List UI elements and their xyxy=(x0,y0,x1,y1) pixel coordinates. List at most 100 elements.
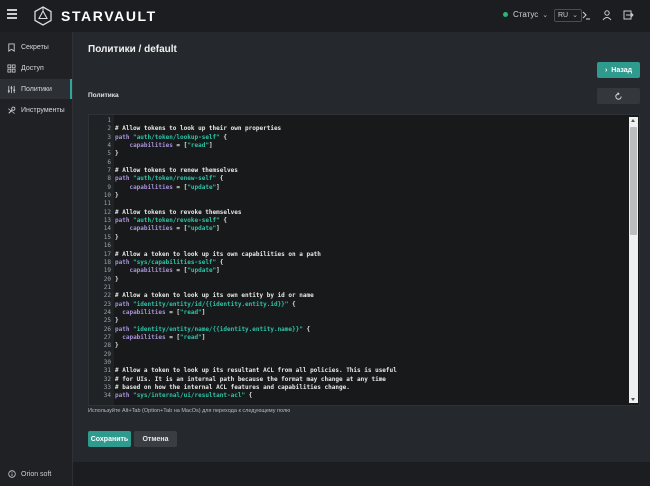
line-number: 20 xyxy=(103,275,111,283)
info-icon xyxy=(8,470,16,478)
line-number: 27 xyxy=(103,333,111,341)
line-number: 34 xyxy=(103,392,111,400)
line-number: 8 xyxy=(107,175,111,183)
refresh-button[interactable] xyxy=(597,88,640,104)
code-text: # Allow a token to look up its resultant… xyxy=(115,367,397,375)
code-text: path "auth/token/renew-self" { xyxy=(115,175,224,183)
page-title: Политики / default xyxy=(88,44,177,55)
code-line: 19 capabilities = ["update"] xyxy=(89,267,629,275)
editor-hint: Используйте Alt+Tab (Option+Tab на MacOs… xyxy=(88,408,291,414)
back-button-label: Назад xyxy=(611,66,633,74)
line-number: 31 xyxy=(103,367,111,375)
sidebar-item-policies[interactable]: Политики xyxy=(0,79,72,99)
user-icon[interactable] xyxy=(601,9,613,21)
code-text: # Allow tokens to look up their own prop… xyxy=(115,125,282,133)
code-line: 20} xyxy=(89,276,629,284)
menu-icon[interactable] xyxy=(7,9,17,21)
code-text: } xyxy=(115,342,119,350)
code-text: } xyxy=(115,192,119,200)
code-line: 11 xyxy=(89,200,629,208)
line-number: 26 xyxy=(103,325,111,333)
sidebar-item-tools[interactable]: Инструменты xyxy=(0,100,72,120)
save-button[interactable]: Сохранить xyxy=(88,431,131,447)
sidebar-item-label: Секреты xyxy=(21,43,49,51)
code-text: capabilities = ["update"] xyxy=(129,183,220,191)
line-number: 10 xyxy=(103,192,111,200)
code-text: # based on how the internal ACL features… xyxy=(115,384,350,391)
line-number: 5 xyxy=(107,150,111,158)
line-number: 19 xyxy=(103,267,111,275)
line-number: 6 xyxy=(107,158,111,166)
sidebar-item-access[interactable]: Доступ xyxy=(0,58,72,78)
code-line: 30 xyxy=(89,359,629,367)
line-number: 22 xyxy=(103,292,111,300)
code-text: # Allow tokens to revoke themselves xyxy=(115,208,242,216)
sidebar-item-secrets[interactable]: Секреты xyxy=(0,37,72,57)
footer-label: Orion soft xyxy=(21,470,52,478)
code-text: } xyxy=(115,317,119,325)
code-text: path "sys/capabilities-self" { xyxy=(115,258,224,266)
refresh-icon xyxy=(615,91,622,100)
code-lines: 1 2 # Allow tokens to look up their own pr… xyxy=(89,117,629,401)
line-number: 18 xyxy=(103,258,111,266)
language-select[interactable]: RU ⌄ xyxy=(554,9,582,22)
status-dropdown[interactable]: Статус ⌄ xyxy=(503,10,548,19)
cancel-button[interactable]: Отмена xyxy=(134,431,177,447)
code-line: 22 # Allow a token to look up its own ent… xyxy=(89,292,629,300)
line-number: 32 xyxy=(103,375,111,383)
scroll-down-icon[interactable] xyxy=(631,398,635,401)
code-line: 6 xyxy=(89,159,629,167)
code-text: capabilities = ["update"] xyxy=(129,267,220,275)
sliders-icon xyxy=(7,85,16,93)
line-number: 17 xyxy=(103,250,111,258)
logo-icon xyxy=(34,6,52,26)
code-text: path "sys/internal/ui/resultant-acl" { xyxy=(115,392,253,400)
back-button[interactable]: › Назад xyxy=(597,62,640,78)
logout-icon[interactable] xyxy=(622,9,634,21)
editor-scrollbar[interactable] xyxy=(629,117,638,403)
line-number: 24 xyxy=(103,308,111,316)
code-line: 21 xyxy=(89,284,629,292)
code-line: 15} xyxy=(89,234,629,242)
code-line: 12 # Allow tokens to revoke themselves xyxy=(89,209,629,217)
code-text: } xyxy=(115,150,119,158)
line-number: 13 xyxy=(103,217,111,225)
code-line: 16 xyxy=(89,242,629,250)
line-number: 16 xyxy=(103,242,111,250)
code-text: capabilities = ["update"] xyxy=(129,225,220,233)
code-line: 27 capabilities = ["read"] xyxy=(89,334,629,342)
console-icon[interactable] xyxy=(580,9,592,21)
policy-editor[interactable]: 1 2 # Allow tokens to look up their own pr… xyxy=(88,114,640,406)
line-number: 21 xyxy=(103,283,111,291)
line-number: 11 xyxy=(103,200,111,208)
section-label: Политика xyxy=(88,92,119,99)
line-number: 28 xyxy=(103,342,111,350)
chevron-down-icon: ⌄ xyxy=(572,12,578,19)
scroll-thumb[interactable] xyxy=(630,127,637,235)
code-line: 33 # based on how the internal ACL featur… xyxy=(89,384,629,392)
language-label: RU xyxy=(558,12,569,19)
app-logo[interactable]: STARVAULT xyxy=(33,6,157,26)
tools-icon xyxy=(8,106,16,114)
code-text: path "auth/token/lookup-self" { xyxy=(115,133,228,141)
top-bar: STARVAULT Статус ⌄ RU ⌄ xyxy=(0,0,650,32)
scroll-up-icon[interactable] xyxy=(631,119,635,122)
line-number: 9 xyxy=(107,183,111,191)
code-line: 24 capabilities = ["read"] xyxy=(89,309,629,317)
code-line: 29 xyxy=(89,351,629,359)
bottom-bar xyxy=(73,462,650,486)
line-number: 4 xyxy=(107,142,111,150)
code-text: # Allow a token to look up its own entit… xyxy=(115,292,314,300)
code-text: capabilities = ["read"] xyxy=(122,308,206,316)
code-line: 23 path "identity/entity/id/{{identity.en… xyxy=(89,301,629,309)
line-number: 30 xyxy=(103,358,111,366)
line-number: 12 xyxy=(103,208,111,216)
code-line: 4 capabilities = ["read"] xyxy=(89,142,629,150)
code-line: 3 path "auth/token/lookup-self" { xyxy=(89,134,629,142)
code-line: 10} xyxy=(89,192,629,200)
code-text: path "auth/token/revoke-self" { xyxy=(115,217,228,225)
line-number: 15 xyxy=(103,233,111,241)
code-line: 8 path "auth/token/renew-self" { xyxy=(89,175,629,183)
line-number: 7 xyxy=(107,167,111,175)
code-line: 28} xyxy=(89,342,629,350)
